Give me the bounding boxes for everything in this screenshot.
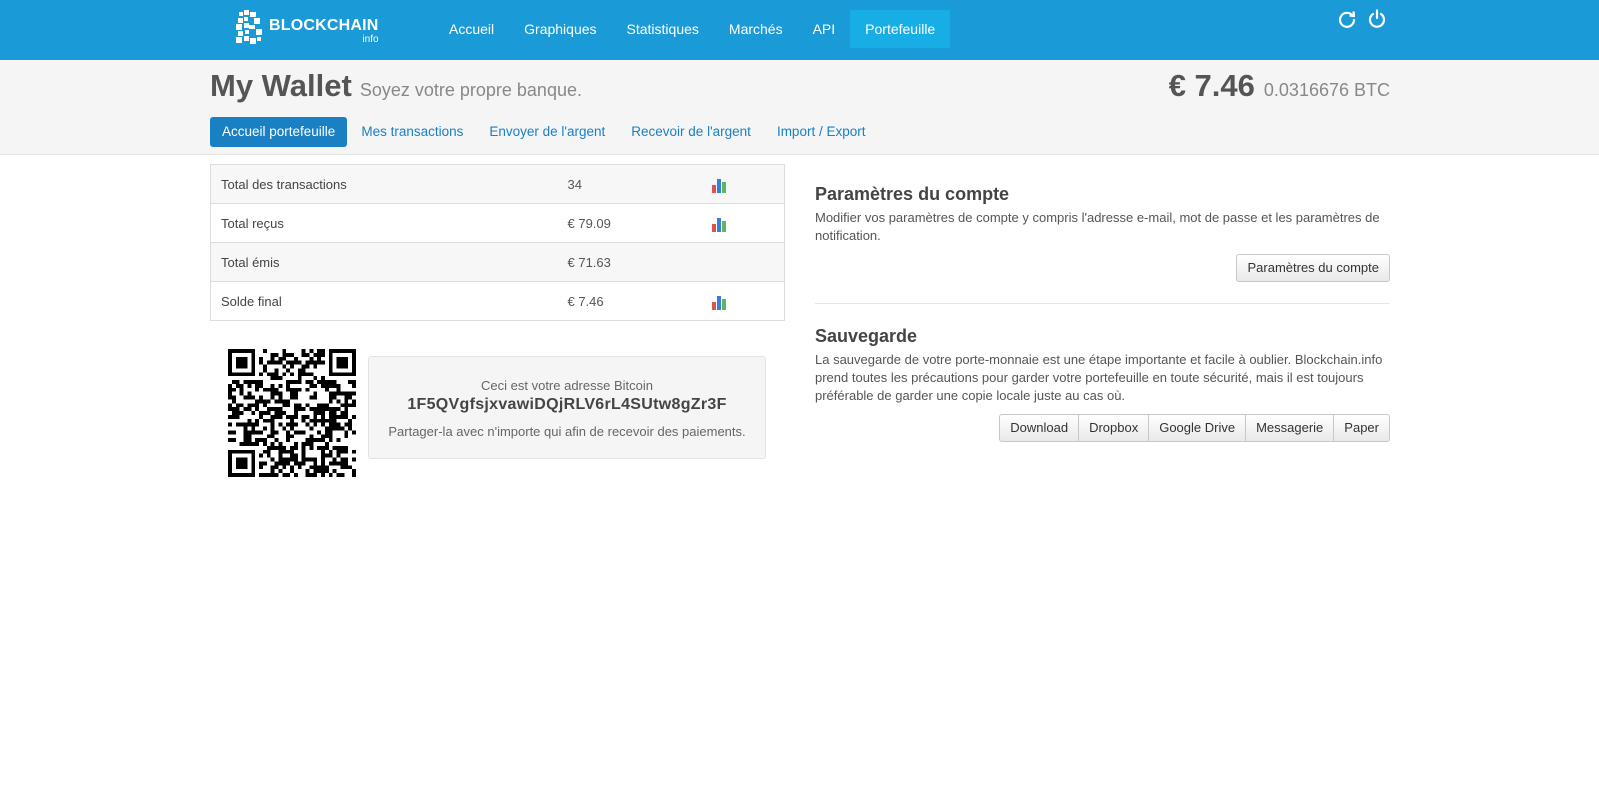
wallet-header: My Wallet Soyez votre propre banque. € 7… bbox=[0, 60, 1599, 155]
stat-label: Total émis bbox=[210, 242, 558, 282]
brand-subname: info bbox=[362, 33, 379, 45]
table-row: Total émis € 71.63 bbox=[210, 242, 785, 282]
page-tagline: Soyez votre propre banque. bbox=[359, 80, 582, 100]
divider bbox=[815, 303, 1390, 304]
wallet-balance[interactable]: € 7.46 0.0316676 BTC bbox=[1169, 68, 1390, 104]
account-settings-title: Paramètres du compte bbox=[815, 184, 1010, 204]
top-navbar: BLOCKCHAIN info Accueil Graphiques Stati… bbox=[0, 0, 1599, 60]
brand-name: BLOCKCHAIN bbox=[269, 16, 379, 34]
bar-chart-icon[interactable] bbox=[711, 216, 728, 232]
bar-chart-icon[interactable] bbox=[711, 294, 728, 310]
address-intro: Ceci est votre adresse Bitcoin bbox=[481, 378, 653, 393]
tab-mes-transactions[interactable]: Mes transactions bbox=[349, 117, 475, 147]
stat-label: Total des transactions bbox=[210, 164, 558, 204]
wallet-summary-table: Total des transactions 34 Total reçus € … bbox=[210, 164, 785, 321]
table-row: Total reçus € 79.09 bbox=[210, 203, 785, 243]
backup-download-button[interactable]: Download bbox=[999, 414, 1080, 442]
tab-accueil-portefeuille[interactable]: Accueil portefeuille bbox=[210, 117, 348, 147]
settings-panel: Paramètres du compte Modifier vos paramè… bbox=[815, 184, 1390, 442]
stat-value: € 7.46 bbox=[557, 281, 702, 321]
tab-envoyer[interactable]: Envoyer de l'argent bbox=[477, 117, 617, 147]
blockchain-logo-icon bbox=[236, 10, 262, 44]
backup-description: La sauvegarde de votre porte-monnaie est… bbox=[815, 352, 1383, 403]
tab-import-export[interactable]: Import / Export bbox=[765, 117, 878, 147]
page-title: My Wallet bbox=[210, 68, 352, 103]
stat-value: € 71.63 bbox=[557, 242, 702, 282]
nav-item-marches[interactable]: Marchés bbox=[714, 10, 798, 48]
refresh-icon[interactable] bbox=[1337, 9, 1357, 29]
balance-btc: 0.0316676 BTC bbox=[1263, 80, 1390, 100]
backup-paper-button[interactable]: Paper bbox=[1333, 414, 1390, 442]
account-settings-description: Modifier vos paramètres de compte y comp… bbox=[815, 210, 1380, 243]
wallet-tabs: Accueil portefeuille Mes transactions En… bbox=[210, 117, 879, 147]
nav-item-portefeuille[interactable]: Portefeuille bbox=[850, 10, 951, 48]
balance-fiat: € 7.46 bbox=[1168, 68, 1255, 103]
table-row: Solde final € 7.46 bbox=[210, 281, 785, 321]
account-settings-button[interactable]: Paramètres du compte bbox=[1236, 254, 1390, 282]
stat-label: Total reçus bbox=[210, 203, 558, 243]
backup-button-group: Download Dropbox Google Drive Messagerie… bbox=[999, 414, 1390, 442]
address-share-hint: Partager-la avec n'importe qui afin de r… bbox=[388, 424, 746, 439]
bitcoin-address-qr-code bbox=[228, 349, 356, 477]
nav-item-statistiques[interactable]: Statistiques bbox=[612, 10, 714, 48]
stat-value: € 79.09 bbox=[557, 203, 702, 243]
backup-dropbox-button[interactable]: Dropbox bbox=[1078, 414, 1150, 442]
table-row: Total des transactions 34 bbox=[210, 164, 785, 204]
stat-label: Solde final bbox=[210, 281, 558, 321]
tab-recevoir[interactable]: Recevoir de l'argent bbox=[619, 117, 763, 147]
backup-google-drive-button[interactable]: Google Drive bbox=[1148, 414, 1247, 442]
backup-email-button[interactable]: Messagerie bbox=[1245, 414, 1335, 442]
power-icon[interactable] bbox=[1367, 9, 1387, 29]
stat-value: 34 bbox=[557, 164, 702, 204]
bitcoin-address[interactable]: 1F5QVgfsjxvawiDQjRLV6rL4SUtw8gZr3F bbox=[369, 396, 765, 414]
bitcoin-address-box: Ceci est votre adresse Bitcoin 1F5QVgfsj… bbox=[368, 356, 766, 459]
nav-item-graphiques[interactable]: Graphiques bbox=[509, 10, 611, 48]
blockchain-logo[interactable]: BLOCKCHAIN info bbox=[236, 10, 379, 46]
backup-title: Sauvegarde bbox=[815, 326, 918, 346]
main-menu: Accueil Graphiques Statistiques Marchés … bbox=[434, 10, 951, 48]
nav-item-accueil[interactable]: Accueil bbox=[434, 10, 509, 48]
nav-item-api[interactable]: API bbox=[798, 10, 851, 48]
bar-chart-icon[interactable] bbox=[711, 177, 728, 193]
